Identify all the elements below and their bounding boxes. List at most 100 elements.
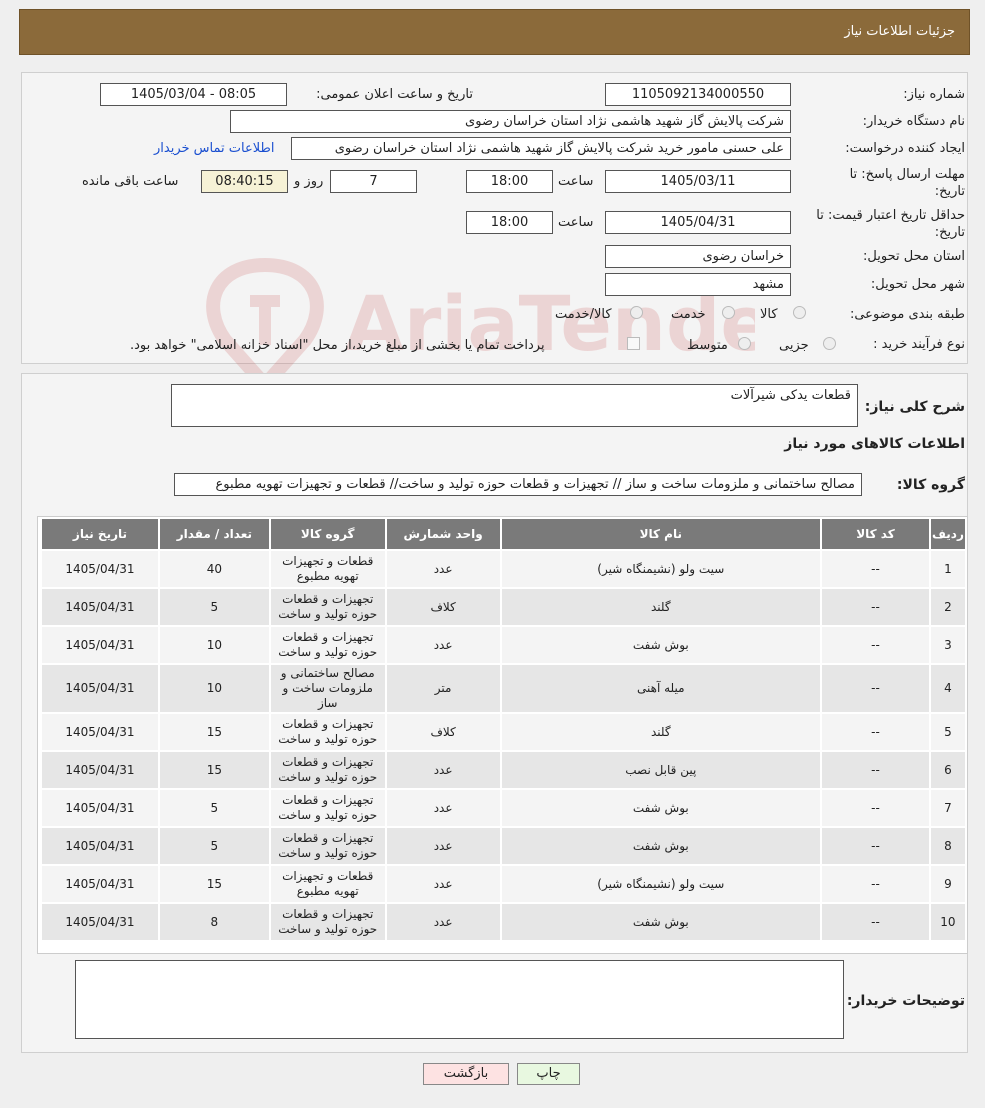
item-code-cell: -- (822, 752, 929, 788)
item-unit-cell: کلاف (386, 589, 500, 625)
general-description-label: شرح کلی نیاز: (864, 399, 965, 415)
row-number-cell: 3 (930, 627, 965, 663)
delivery-city-field: مشهد (605, 273, 791, 296)
deadline-time-label: ساعت (558, 174, 594, 189)
item-unit-cell: عدد (386, 828, 500, 864)
items-table: ردیف کد کالا نام کالا واحد شمارش گروه کا… (40, 517, 967, 942)
category-goods-service-radio[interactable] (630, 306, 643, 319)
announce-datetime-field: 1405/03/04 - 08:05 (100, 83, 287, 106)
goods-group-label: گروه کالا: (896, 477, 965, 493)
category-service-radio[interactable] (722, 306, 735, 319)
price-validity-time-field: 18:00 (466, 211, 553, 234)
deadline-time-field: 18:00 (466, 170, 553, 193)
table-row: 1 -- سیت ولو (نشیمنگاه شیر) عدد قطعات و تجهی… (42, 551, 965, 587)
treasury-docs-note: پرداخت تمام یا بخشی از مبلغ خرید،از محل … (130, 338, 545, 353)
item-code-cell: -- (822, 790, 929, 826)
item-qty-cell: 10 (159, 665, 269, 712)
delivery-province-label: استان محل تحویل: (863, 249, 965, 264)
item-unit-cell: کلاف (386, 714, 500, 750)
table-row: 8 -- بوش شفت عدد تجهیزات و قطعات حوزه تولید … (42, 828, 965, 864)
general-description-textarea[interactable]: قطعات یدکی شیرآلات (171, 384, 858, 427)
item-code-cell: -- (822, 551, 929, 587)
table-row: 2 -- گلند کلاف تجهیزات و قطعات حوزه تولید و … (42, 589, 965, 625)
item-date-cell: 1405/04/31 (42, 714, 158, 750)
process-minor-radio[interactable] (823, 337, 836, 350)
request-creator-field: علی حسنی مامور خرید شرکت پالایش گاز شهید… (291, 137, 791, 160)
col-group: گروه کالا (270, 519, 385, 549)
item-date-cell: 1405/04/31 (42, 866, 158, 902)
row-number-cell: 1 (930, 551, 965, 587)
delivery-province-field: خراسان رضوی (605, 245, 791, 268)
col-name: نام کالا (501, 519, 821, 549)
item-unit-cell: عدد (386, 904, 500, 940)
print-button[interactable]: چاپ (517, 1063, 580, 1085)
goods-group-field: مصالح ساختمانی و ملزومات ساخت و ساز // ت… (174, 473, 862, 496)
item-qty-cell: 15 (159, 752, 269, 788)
treasury-docs-checkbox[interactable] (627, 337, 640, 350)
row-number-cell: 8 (930, 828, 965, 864)
buyer-notes-textarea[interactable] (75, 960, 844, 1039)
row-number-cell: 10 (930, 904, 965, 940)
table-row: 9 -- سیت ولو (نشیمنگاه شیر) عدد قطعات و تجهی… (42, 866, 965, 902)
items-table-header: ردیف کد کالا نام کالا واحد شمارش گروه کا… (42, 519, 965, 549)
item-qty-cell: 5 (159, 790, 269, 826)
buyer-org-label: نام دستگاه خریدار: (862, 114, 965, 129)
item-name-cell: سیت ولو (نشیمنگاه شیر) (501, 866, 821, 902)
col-qty: تعداد / مقدار (159, 519, 269, 549)
process-type-label: نوع فرآیند خرید : (873, 337, 965, 352)
row-number-cell: 7 (930, 790, 965, 826)
item-qty-cell: 15 (159, 714, 269, 750)
buyer-contact-link[interactable]: اطلاعات تماس خریدار (154, 141, 274, 156)
item-unit-cell: عدد (386, 752, 500, 788)
request-creator-label: ایجاد کننده درخواست: (845, 141, 965, 156)
item-unit-cell: عدد (386, 790, 500, 826)
table-row: 7 -- بوش شفت عدد تجهیزات و قطعات حوزه تولید … (42, 790, 965, 826)
page-title: جزئیات اطلاعات نیاز (844, 24, 955, 39)
row-number-cell: 4 (930, 665, 965, 712)
table-row: 5 -- گلند کلاف تجهیزات و قطعات حوزه تولید و … (42, 714, 965, 750)
item-code-cell: -- (822, 714, 929, 750)
process-minor-label: جزیی (779, 338, 809, 353)
item-group-cell: تجهیزات و قطعات حوزه تولید و ساخت (270, 828, 385, 864)
item-date-cell: 1405/04/31 (42, 752, 158, 788)
item-unit-cell: عدد (386, 627, 500, 663)
item-date-cell: 1405/04/31 (42, 828, 158, 864)
item-date-cell: 1405/04/31 (42, 790, 158, 826)
item-group-cell: مصالح ساختمانی و ملزومات ساخت و ساز (270, 665, 385, 712)
table-row: 6 -- پین قابل نصب عدد تجهیزات و قطعات حوزه ت… (42, 752, 965, 788)
item-code-cell: -- (822, 665, 929, 712)
category-goods-label: کالا (760, 307, 778, 322)
time-remaining-label: ساعت باقی مانده (82, 174, 179, 189)
category-label: طبقه بندی موضوعی: (849, 307, 965, 322)
item-qty-cell: 10 (159, 627, 269, 663)
item-date-cell: 1405/04/31 (42, 551, 158, 587)
item-name-cell: گلند (501, 589, 821, 625)
price-validity-label: حداقل تاریخ اعتبار قیمت: تا تاریخ: (816, 208, 965, 240)
item-date-cell: 1405/04/31 (42, 665, 158, 712)
category-goods-service-label: کالا/خدمت (555, 307, 612, 322)
item-name-cell: بوش شفت (501, 904, 821, 940)
item-group-cell: تجهیزات و قطعات حوزه تولید و ساخت (270, 714, 385, 750)
process-medium-label: متوسط (687, 338, 728, 353)
process-medium-radio[interactable] (738, 337, 751, 350)
days-remaining-field: 7 (330, 170, 417, 193)
item-qty-cell: 5 (159, 589, 269, 625)
item-qty-cell: 15 (159, 866, 269, 902)
back-button[interactable]: بازگشت (423, 1063, 509, 1085)
table-row: 10 -- بوش شفت عدد تجهیزات و قطعات حوزه تولید… (42, 904, 965, 940)
deadline-date-field: 1405/03/11 (605, 170, 791, 193)
item-date-cell: 1405/04/31 (42, 904, 158, 940)
item-group-cell: تجهیزات و قطعات حوزه تولید و ساخت (270, 627, 385, 663)
item-name-cell: گلند (501, 714, 821, 750)
row-number-cell: 2 (930, 589, 965, 625)
category-goods-radio[interactable] (793, 306, 806, 319)
row-number-cell: 9 (930, 866, 965, 902)
item-name-cell: بوش شفت (501, 828, 821, 864)
price-validity-time-label: ساعت (558, 215, 594, 230)
items-section-title: اطلاعات کالاهای مورد نیاز (784, 436, 965, 452)
item-unit-cell: عدد (386, 866, 500, 902)
need-number-label: شماره نیاز: (903, 87, 965, 102)
buyer-org-field: شرکت پالایش گاز شهید هاشمی نژاد استان خر… (230, 110, 791, 133)
item-date-cell: 1405/04/31 (42, 589, 158, 625)
items-table-container: ردیف کد کالا نام کالا واحد شمارش گروه کا… (37, 516, 968, 954)
